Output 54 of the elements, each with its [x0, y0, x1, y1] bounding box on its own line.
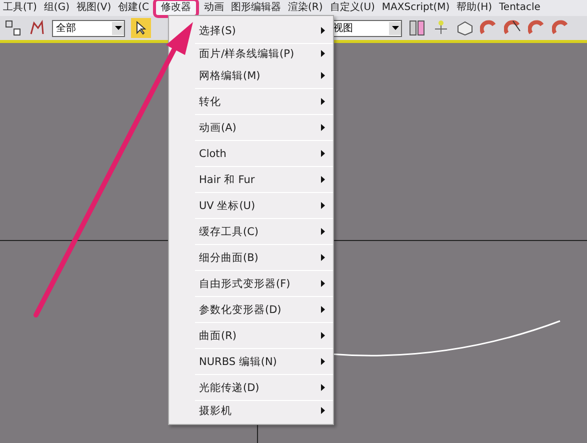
menu-item[interactable]: 帮助(H) [456, 0, 498, 16]
submenu-arrow-icon [321, 176, 325, 183]
menu-item[interactable]: 创建(C [117, 0, 156, 16]
submenu-arrow-icon [321, 407, 325, 414]
menu-entry[interactable]: 细分曲面(B) [195, 245, 333, 271]
menu-entry[interactable]: 光能传递(D) [195, 375, 333, 401]
select-tool-button[interactable] [131, 18, 151, 38]
submenu-arrow-icon [321, 150, 325, 157]
menu-entry[interactable]: 动画(A) [195, 115, 333, 141]
menu-entry[interactable]: UV 坐标(U) [195, 193, 333, 219]
submenu-arrow-icon [321, 332, 325, 339]
menu-item[interactable]: Tentacle [498, 0, 546, 16]
submenu-arrow-icon [321, 124, 325, 131]
menu-item[interactable]: 工具(T) [2, 0, 43, 16]
caret-icon [392, 26, 398, 30]
selection-filter-dropdown[interactable]: 全部 [52, 20, 125, 36]
caret-icon [114, 26, 122, 30]
submenu-arrow-icon [321, 254, 325, 261]
submenu-arrow-icon [321, 358, 325, 365]
axis-icon[interactable] [432, 19, 450, 37]
menu-item[interactable]: 修改器 [155, 0, 198, 16]
menu-item[interactable]: 视图(V) [75, 0, 118, 16]
menu-entry[interactable]: 选择(S) [195, 18, 333, 44]
submenu-arrow-icon [321, 202, 325, 209]
angle-magnet-icon[interactable] [504, 19, 522, 37]
menu-entry[interactable]: 曲面(R) [195, 323, 333, 349]
magnet-icon[interactable] [480, 19, 498, 37]
menu-entry[interactable]: 自由形式变形器(F) [195, 271, 333, 297]
box-icon[interactable] [456, 19, 474, 37]
menu-item[interactable]: 图形编辑器 [230, 0, 288, 16]
menu-item[interactable]: MAXScript(M) [380, 0, 456, 16]
menu-entry[interactable]: Hair 和 Fur [195, 167, 333, 193]
menu-entry[interactable]: 面片/样条线编辑(P) [195, 44, 333, 63]
menu-item[interactable]: 自定义(U) [328, 0, 381, 16]
menu-entry[interactable]: Cloth [195, 141, 333, 167]
submenu-arrow-icon [321, 280, 325, 287]
submenu-arrow-icon [321, 228, 325, 235]
menu-entry[interactable]: 参数化变形器(D) [195, 297, 333, 323]
menu-item[interactable]: 动画 [203, 0, 230, 16]
cursor-icon [136, 21, 146, 35]
menu-entry[interactable]: 网格编辑(M) [195, 63, 333, 89]
submenu-arrow-icon [321, 72, 325, 79]
submenu-arrow-icon [321, 384, 325, 391]
menu-item[interactable]: 渲染(R) [287, 0, 329, 16]
menu-entry[interactable]: 缓存工具(C) [195, 219, 333, 245]
menu-entry[interactable]: 转化 [195, 89, 333, 115]
submenu-arrow-icon [321, 98, 325, 105]
menu-entry[interactable]: NURBS 编辑(N) [195, 349, 333, 375]
submenu-arrow-icon [321, 306, 325, 313]
submenu-arrow-icon [321, 27, 325, 34]
select-by-name-icon[interactable] [4, 19, 22, 37]
menu-entry[interactable]: 摄影机 [195, 401, 333, 420]
submenu-arrow-icon [321, 50, 325, 57]
menu-item[interactable]: 组(G) [42, 0, 76, 16]
